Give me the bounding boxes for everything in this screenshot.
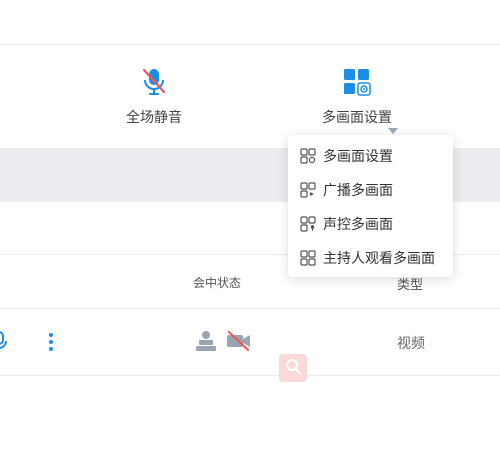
top-header-strip <box>0 0 500 45</box>
search-icon <box>285 358 301 378</box>
mute-all-label: 全场静音 <box>126 110 182 126</box>
host-podium-icon <box>195 330 217 356</box>
host-view-layout-icon <box>300 250 316 266</box>
layout-dropdown-menu: 多画面设置 广播多画面 声控多画面 主持人观看多画面 <box>288 135 453 277</box>
camera-off-icon[interactable] <box>226 331 252 355</box>
menu-item-layout-settings[interactable]: 多画面设置 <box>288 139 453 173</box>
layout-settings-icon <box>300 148 316 164</box>
grid-settings-icon <box>337 67 377 97</box>
menu-item-label: 主持人观看多画面 <box>323 251 435 267</box>
mic-muted-icon <box>134 67 174 97</box>
menu-item-label: 多画面设置 <box>323 149 393 165</box>
meeting-control-panel: 全场静音 多画面设置 会中状态 类型 视频 多画面设置 广播多画面 声控多画面 … <box>0 0 500 451</box>
broadcast-layout-icon <box>300 182 316 198</box>
layout-settings-label: 多画面设置 <box>322 110 392 126</box>
menu-item-label: 声控多画面 <box>323 217 393 233</box>
menu-item-voice-layout[interactable]: 声控多画面 <box>288 207 453 241</box>
table-row: 视频 <box>0 309 500 376</box>
control-toolbar: 全场静音 多画面设置 <box>0 45 500 148</box>
more-options-icon[interactable] <box>48 332 54 356</box>
mute-all-button[interactable]: 全场静音 <box>113 45 195 148</box>
chevron-down-icon[interactable] <box>388 128 398 134</box>
search-button[interactable] <box>279 354 307 382</box>
type-cell: 视频 <box>397 336 425 352</box>
menu-item-host-view-layout[interactable]: 主持人观看多画面 <box>288 241 453 275</box>
microphone-icon[interactable] <box>0 331 8 357</box>
menu-item-broadcast-layout[interactable]: 广播多画面 <box>288 173 453 207</box>
menu-item-label: 广播多画面 <box>323 183 393 199</box>
voice-layout-icon <box>300 216 316 232</box>
column-header-status: 会中状态 <box>193 276 242 290</box>
